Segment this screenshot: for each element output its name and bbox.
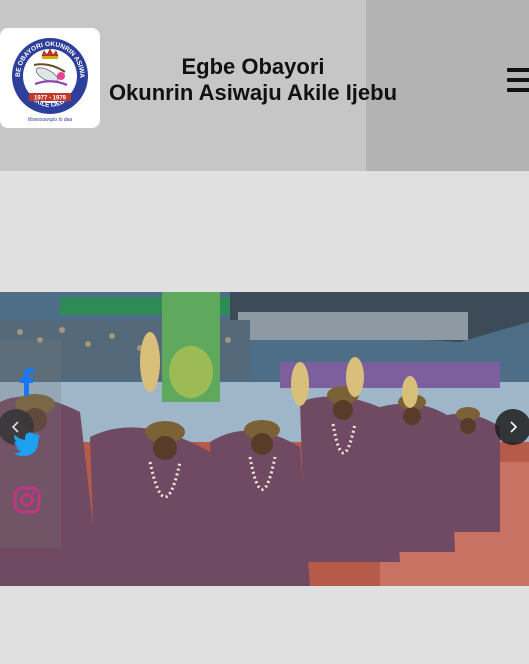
slider-next-button[interactable] bbox=[495, 409, 529, 445]
social-links-panel bbox=[0, 340, 61, 548]
site-logo[interactable]: EGBE OBAYORI OKUNRIN ASIWAJU AKILE IJEBU… bbox=[0, 28, 100, 128]
site-title-line1: Egbe Obayori bbox=[181, 54, 325, 79]
logo-years: 1977 - 1979 bbox=[34, 95, 67, 101]
instagram-link[interactable] bbox=[10, 483, 44, 517]
site-title: Egbe Obayori Okunrin Asiwaju Akile Ijebu bbox=[100, 54, 406, 106]
facebook-link[interactable] bbox=[10, 364, 44, 398]
hero-image bbox=[0, 292, 529, 586]
hero-slider[interactable] bbox=[0, 292, 529, 586]
chevron-right-icon bbox=[510, 421, 518, 433]
instagram-icon bbox=[13, 486, 41, 514]
logo-motto: Ifowosowopo lo daa bbox=[28, 117, 72, 123]
twitter-icon bbox=[13, 432, 40, 456]
logo-emblem: EGBE OBAYORI OKUNRIN ASIWAJU AKILE IJEBU… bbox=[7, 32, 88, 123]
hamburger-menu-button[interactable] bbox=[503, 66, 529, 96]
site-title-line2: Okunrin Asiwaju Akile Ijebu bbox=[108, 80, 398, 105]
site-header: EGBE OBAYORI OKUNRIN ASIWAJU AKILE IJEBU… bbox=[0, 0, 529, 171]
twitter-link[interactable] bbox=[10, 426, 44, 460]
hamburger-icon bbox=[507, 68, 529, 72]
facebook-icon bbox=[20, 368, 34, 396]
